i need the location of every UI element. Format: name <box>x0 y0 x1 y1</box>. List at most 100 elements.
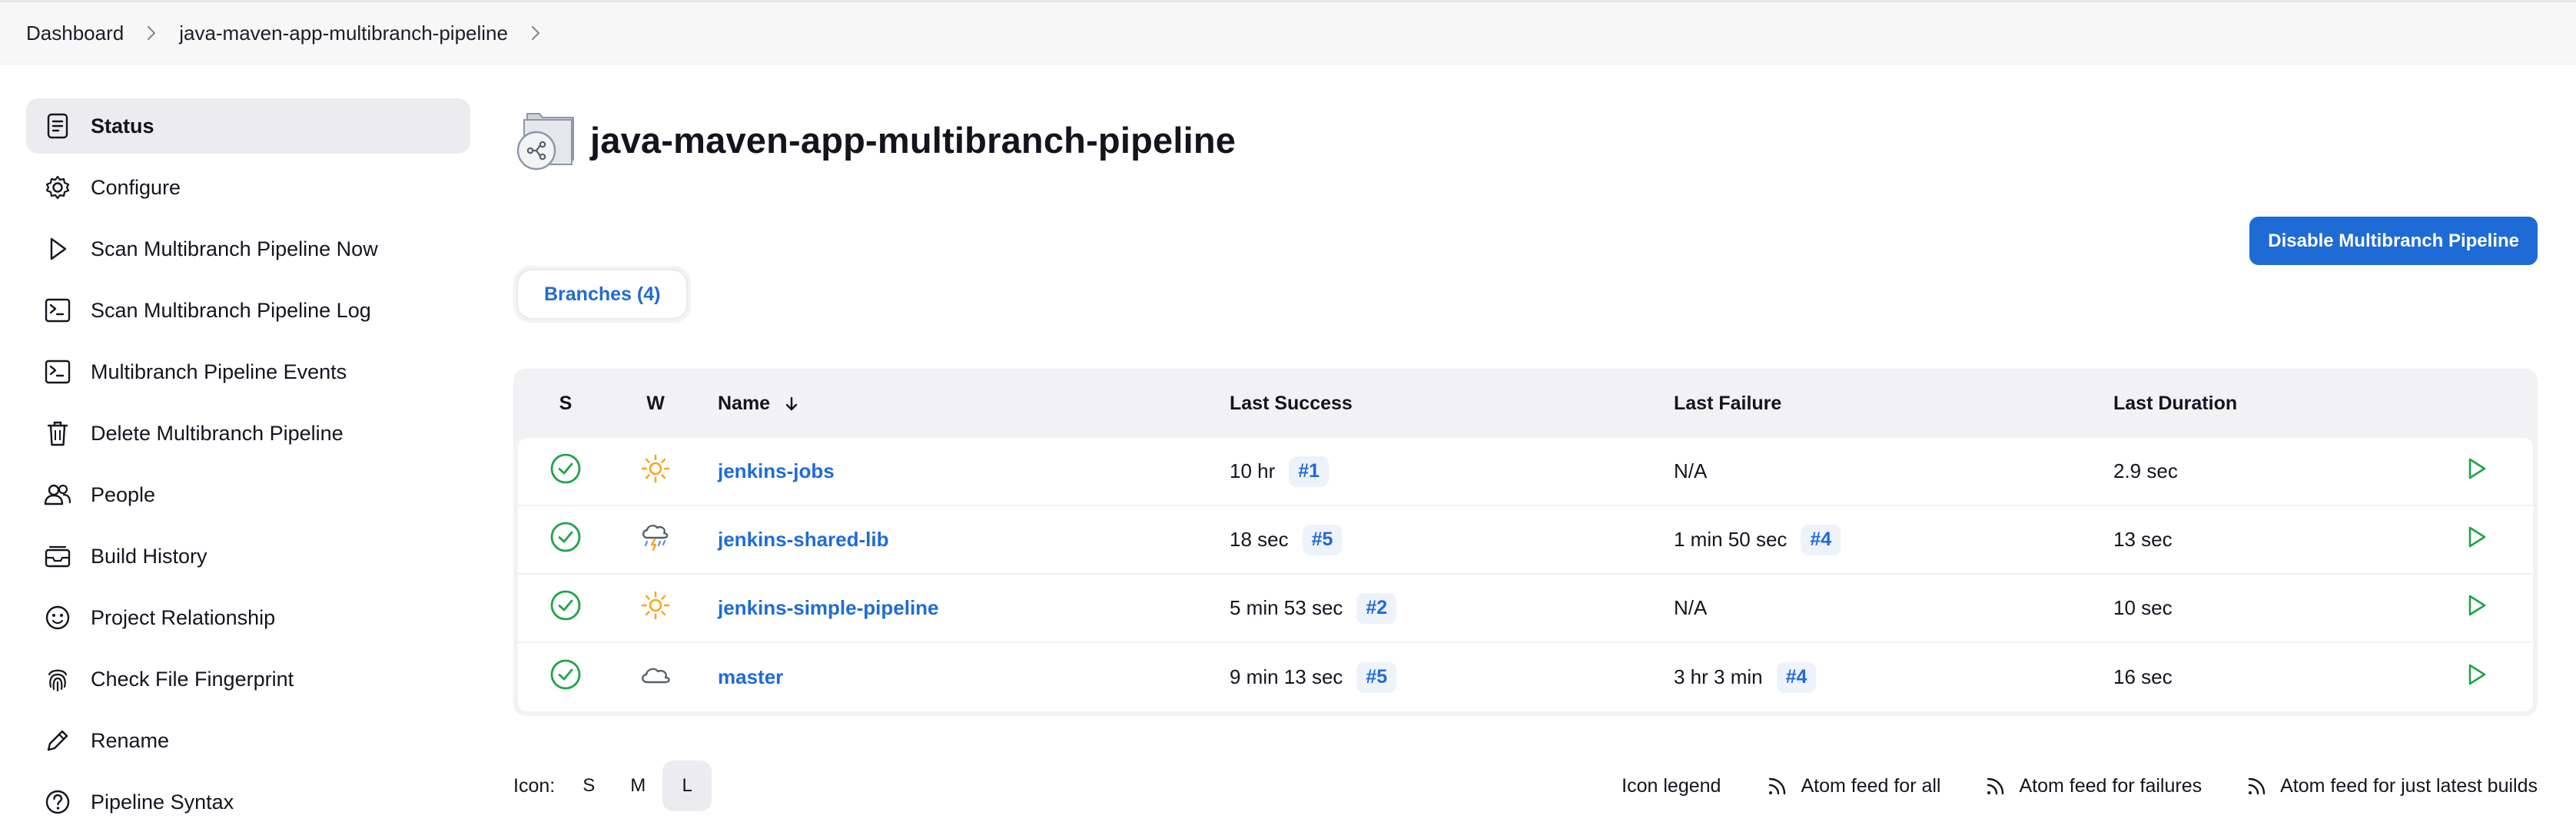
table-row: jenkins-simple-pipeline 5 min 53 sec #2 N… <box>518 575 2533 643</box>
atom-feed-failures-link[interactable]: Atom feed for failures <box>1985 775 2202 797</box>
chevron-right-icon[interactable] <box>525 22 546 44</box>
sidebar-item-project-relationship[interactable]: Project Relationship <box>26 590 470 645</box>
status-icon <box>43 111 72 141</box>
sidebar-item-label: Scan Multibranch Pipeline Log <box>91 298 371 322</box>
multibranch-folder-icon <box>513 104 584 175</box>
last-failure-time: 1 min 50 sec <box>1674 528 1788 551</box>
sunny-weather-icon[interactable] <box>639 589 672 627</box>
atom-feed-all-link[interactable]: Atom feed for all <box>1767 775 1940 797</box>
build-number-badge[interactable]: #5 <box>1356 661 1397 693</box>
table-body: jenkins-jobs 10 hr #1 N/A 2.9 sec jenkins… <box>518 438 2533 711</box>
sidebar-item-people[interactable]: People <box>26 467 470 522</box>
icon-legend-link[interactable]: Icon legend <box>1622 775 1721 797</box>
footer-links: Icon legend Atom feed for all Atom feed … <box>1622 775 2538 797</box>
sidebar-item-delete[interactable]: Delete Multibranch Pipeline <box>26 406 470 461</box>
build-number-badge[interactable]: #4 <box>1801 524 1841 555</box>
column-header-weather[interactable]: W <box>613 393 698 415</box>
sidebar-item-build-history[interactable]: Build History <box>26 529 470 584</box>
branches-table: S W Name Last Success Last Failure Last … <box>513 369 2538 716</box>
schedule-build-play-icon[interactable] <box>2463 524 2489 555</box>
breadcrumb: Dashboard java-maven-app-multibranch-pip… <box>0 0 2576 65</box>
column-header-last-success[interactable]: Last Success <box>1230 393 1674 415</box>
trash-icon <box>43 419 72 448</box>
pencil-icon <box>43 726 72 755</box>
icon-size-medium-button[interactable]: M <box>613 761 662 811</box>
build-number-badge[interactable]: #1 <box>1289 456 1329 487</box>
storm-weather-icon[interactable] <box>638 519 673 560</box>
table-row: jenkins-jobs 10 hr #1 N/A 2.9 sec <box>518 438 2533 506</box>
page-title: java-maven-app-multibranch-pipeline <box>590 119 1237 161</box>
schedule-build-play-icon[interactable] <box>2463 592 2489 624</box>
sort-down-arrow-icon <box>785 396 798 413</box>
sidebar-item-label: Configure <box>91 175 181 199</box>
build-number-badge[interactable]: #5 <box>1302 524 1343 555</box>
atom-feed-latest-link[interactable]: Atom feed for just latest builds <box>2246 775 2538 797</box>
column-header-last-duration[interactable]: Last Duration <box>2113 393 2430 415</box>
sidebar-item-label: Project Relationship <box>91 605 276 629</box>
success-check-icon[interactable] <box>549 452 582 490</box>
icon-size-label: Icon: <box>513 774 556 797</box>
column-header-status[interactable]: S <box>518 393 613 415</box>
last-failure-time: 3 hr 3 min <box>1674 665 1763 688</box>
fingerprint-icon <box>43 665 72 694</box>
branch-link[interactable]: jenkins-jobs <box>718 459 835 482</box>
sidebar-item-label: Check File Fingerprint <box>91 667 294 691</box>
cloudy-weather-icon[interactable] <box>638 658 673 696</box>
last-duration: 2.9 sec <box>2113 459 2178 482</box>
people-icon <box>43 480 72 509</box>
tab-branches[interactable]: Branches (4) <box>518 270 687 318</box>
relationship-icon <box>43 603 72 632</box>
sidebar-item-scan-now[interactable]: Scan Multibranch Pipeline Now <box>26 221 470 277</box>
rss-icon <box>2246 775 2268 797</box>
sidebar-item-pipeline-syntax[interactable]: Pipeline Syntax <box>26 774 470 822</box>
sidebar-item-label: Scan Multibranch Pipeline Now <box>91 237 378 260</box>
last-duration: 16 sec <box>2113 665 2173 688</box>
sidebar-item-label: People <box>91 482 156 506</box>
last-success-time: 5 min 53 sec <box>1230 596 1343 619</box>
column-header-name-label: Name <box>718 392 771 414</box>
last-duration: 10 sec <box>2113 596 2173 619</box>
gear-icon <box>43 173 72 202</box>
branch-tabs: Branches (4) <box>513 266 692 323</box>
last-success-time: 18 sec <box>1230 528 1289 551</box>
column-header-name[interactable]: Name <box>698 393 1230 415</box>
success-check-icon[interactable] <box>549 521 582 558</box>
last-failure-time: N/A <box>1674 596 1708 619</box>
success-check-icon[interactable] <box>549 589 582 627</box>
sidebar-item-rename[interactable]: Rename <box>26 713 470 768</box>
chevron-right-icon[interactable] <box>141 22 162 44</box>
sidebar-item-label: Delete Multibranch Pipeline <box>91 421 344 445</box>
sidebar-item-scan-log[interactable]: Scan Multibranch Pipeline Log <box>26 283 470 338</box>
sidebar-item-status[interactable]: Status <box>26 98 470 154</box>
success-check-icon[interactable] <box>549 658 582 696</box>
sidebar-item-events[interactable]: Multibranch Pipeline Events <box>26 344 470 399</box>
sidebar-item-label: Rename <box>91 728 170 752</box>
schedule-build-play-icon[interactable] <box>2463 456 2489 487</box>
table-row: jenkins-shared-lib 18 sec #5 1 min 50 sec… <box>518 506 2533 575</box>
breadcrumb-dashboard[interactable]: Dashboard <box>26 22 124 45</box>
icon-size-small-button[interactable]: S <box>564 761 613 811</box>
breadcrumb-project[interactable]: java-maven-app-multibranch-pipeline <box>179 22 508 45</box>
terminal-icon <box>43 357 72 386</box>
schedule-build-play-icon[interactable] <box>2463 661 2489 693</box>
branch-link[interactable]: master <box>718 665 783 688</box>
rss-icon <box>1767 775 1788 797</box>
column-header-last-failure[interactable]: Last Failure <box>1674 393 2113 415</box>
last-success-time: 9 min 13 sec <box>1230 665 1343 688</box>
terminal-icon <box>43 296 72 325</box>
atom-feed-latest-label: Atom feed for just latest builds <box>2280 774 2538 797</box>
last-failure-time: N/A <box>1674 459 1708 482</box>
atom-feed-all-label: Atom feed for all <box>1801 774 1941 797</box>
table-header: S W Name Last Success Last Failure Last … <box>518 369 2533 438</box>
branch-link[interactable]: jenkins-shared-lib <box>718 528 889 551</box>
icon-size-large-button[interactable]: L <box>662 761 712 811</box>
sunny-weather-icon[interactable] <box>639 452 672 490</box>
build-number-badge[interactable]: #4 <box>1776 661 1817 693</box>
play-icon <box>43 234 72 264</box>
build-number-badge[interactable]: #2 <box>1356 592 1397 624</box>
branch-link[interactable]: jenkins-simple-pipeline <box>718 596 939 619</box>
disable-pipeline-button[interactable]: Disable Multibranch Pipeline <box>2249 217 2538 265</box>
sidebar-item-fingerprint[interactable]: Check File Fingerprint <box>26 651 470 707</box>
sidebar-item-configure[interactable]: Configure <box>26 160 470 215</box>
last-success-time: 10 hr <box>1230 459 1276 482</box>
